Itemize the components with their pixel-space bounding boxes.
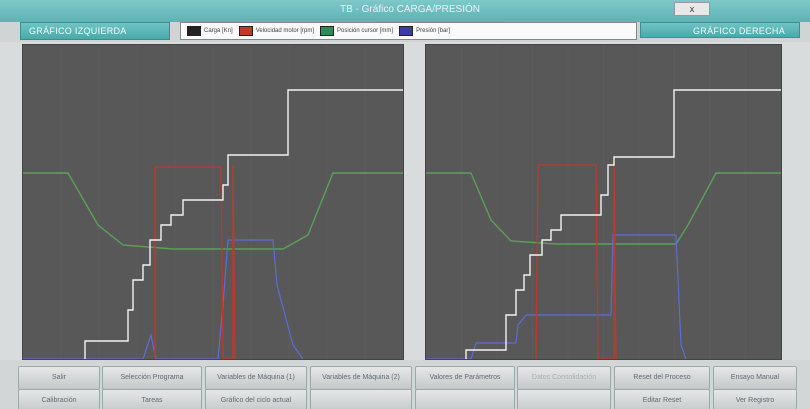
legend-label: Presión [bar]: [416, 28, 451, 34]
left-chart: [22, 44, 404, 360]
action-button[interactable]: Tareas: [102, 389, 202, 409]
left-chart-plot: [23, 45, 403, 359]
right-graph-label[interactable]: GRÁFICO DERECHA: [640, 22, 800, 38]
legend-swatch: [399, 26, 414, 36]
legend-label: Carga [Kn]: [204, 28, 233, 34]
action-button[interactable]: Variables de Máquina (2): [310, 366, 412, 390]
legend-item: Velocidad motor [rpm]: [238, 26, 315, 36]
legend-swatch: [238, 26, 253, 36]
action-button[interactable]: Calibración: [18, 389, 100, 409]
chart-legend: Carga [Kn] Velocidad motor [rpm] Posición …: [180, 22, 637, 40]
pressure-series: [426, 234, 687, 359]
action-button[interactable]: Ensayo Manual: [713, 366, 797, 390]
legend-label: Velocidad motor [rpm]: [255, 28, 315, 34]
legend-swatch: [320, 26, 335, 36]
action-button[interactable]: [517, 389, 611, 409]
action-button[interactable]: Selección Programa: [102, 366, 202, 390]
action-button[interactable]: Gráfico del ciclo actual: [205, 389, 307, 409]
action-button[interactable]: Salir: [18, 366, 100, 390]
load-series: [84, 89, 403, 359]
legend-label: Posición cursor [mm]: [337, 28, 394, 34]
app-window: TB - Gráfico CARGA/PRESIÓN x GRÁFICO IZQ…: [0, 0, 810, 409]
speed-series: [535, 162, 617, 359]
legend-item: Carga [Kn]: [187, 26, 233, 36]
load-series: [465, 89, 781, 359]
legend-item: Presión [bar]: [399, 26, 450, 36]
legend-item: Posición cursor [mm]: [320, 26, 393, 36]
action-button[interactable]: [415, 389, 515, 409]
action-button[interactable]: [310, 389, 412, 409]
pressure-series: [23, 239, 304, 359]
close-button[interactable]: x: [674, 2, 710, 16]
action-button[interactable]: Valores de Parámetros: [415, 366, 515, 390]
action-button[interactable]: Editar Reset: [614, 389, 710, 409]
title-bar: TB - Gráfico CARGA/PRESIÓN x: [0, 0, 810, 22]
action-button[interactable]: Reset del Proceso: [614, 366, 710, 390]
left-graph-label[interactable]: GRÁFICO IZQUIERDA: [20, 22, 170, 40]
action-button[interactable]: Ver Registro: [713, 389, 797, 409]
action-button[interactable]: Variables de Máquina (1): [205, 366, 307, 390]
legend-swatch: [187, 26, 201, 36]
window-title: TB - Gráfico CARGA/PRESIÓN: [339, 4, 481, 15]
right-chart-plot: [426, 45, 781, 359]
right-chart: [425, 44, 782, 360]
action-button[interactable]: Datos Consolidación: [517, 366, 611, 390]
